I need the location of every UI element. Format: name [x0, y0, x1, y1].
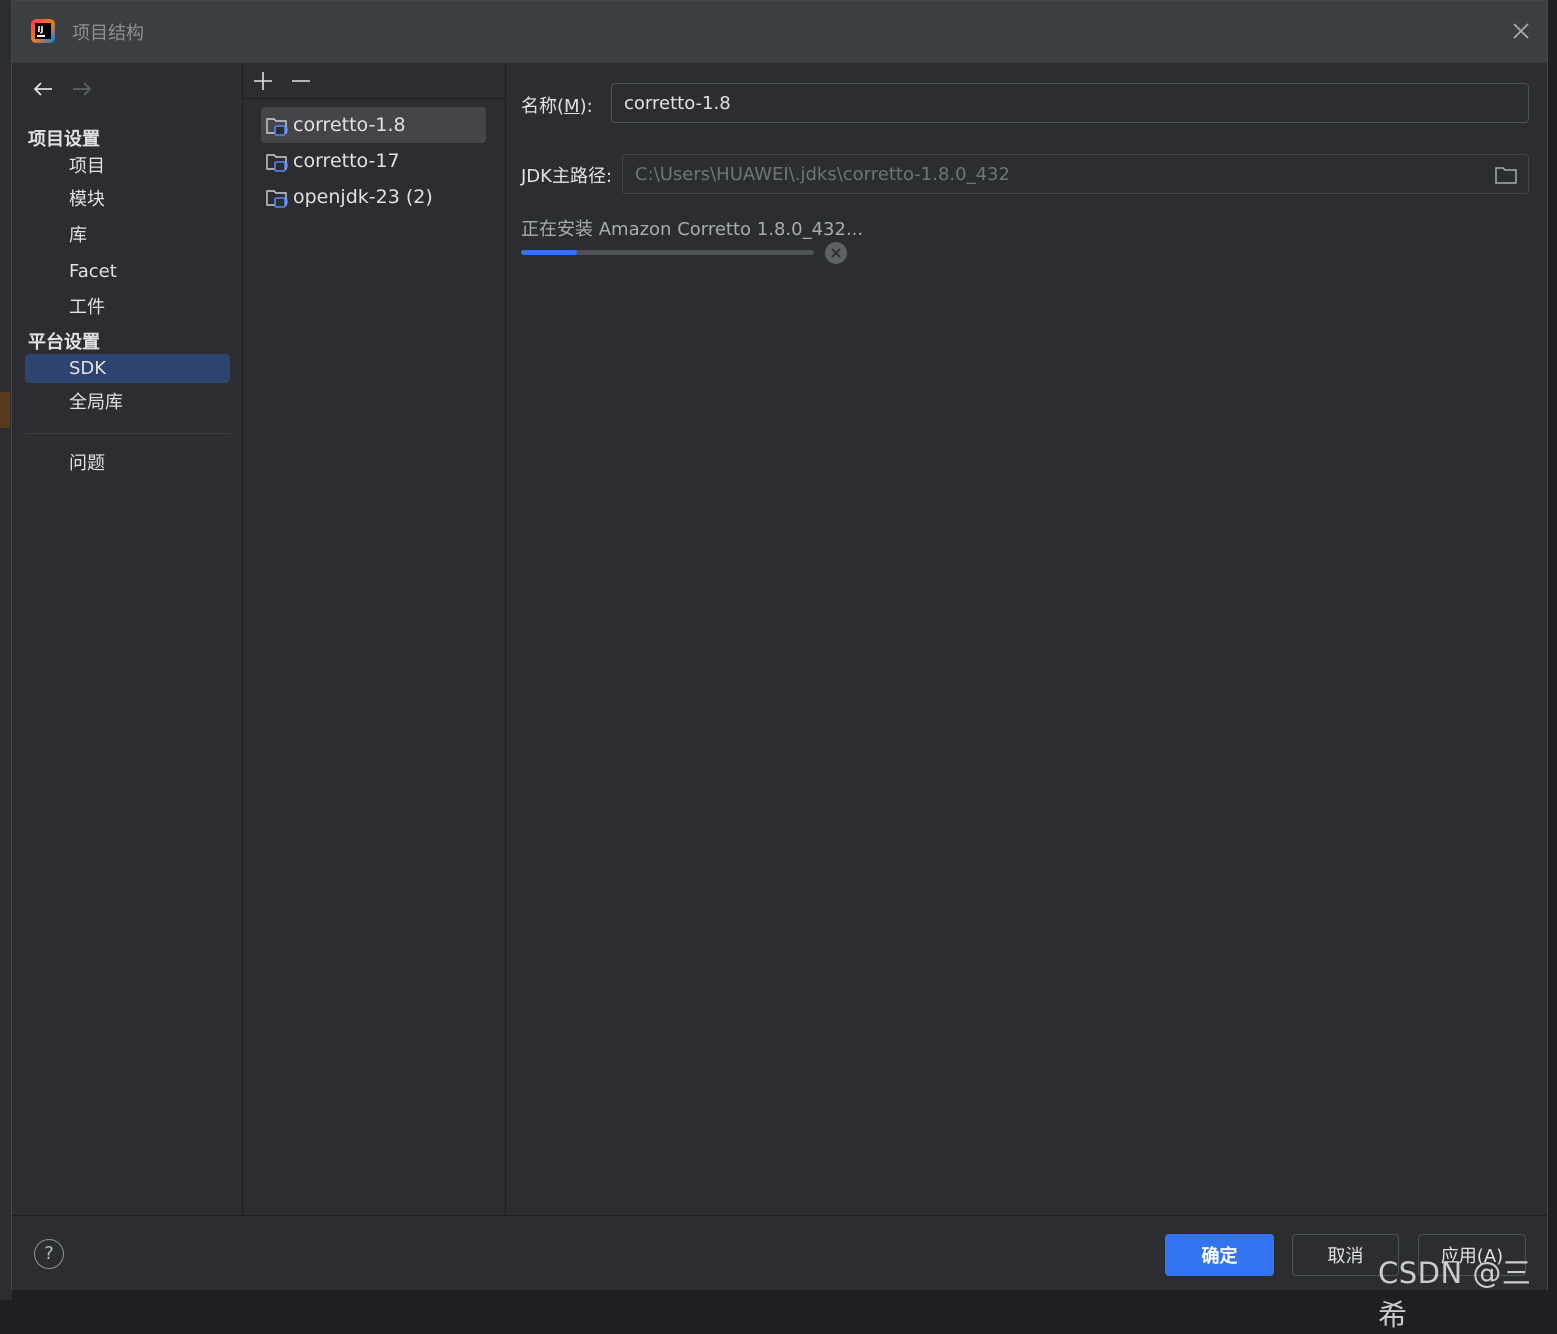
sidebar-item-libraries[interactable]: 库 [25, 221, 230, 250]
jdk-folder-icon [266, 154, 288, 172]
sdk-list-item[interactable]: corretto-1.8 [261, 107, 486, 143]
sdk-name: corretto-17 [293, 150, 400, 172]
sdk-detail-pane: 名称(M): JDK主路径: 正在安装 Amazon Corretto 1.8.… [506, 63, 1547, 1215]
csdn-watermark: CSDN @三希 [1378, 1256, 1532, 1332]
remove-icon[interactable] [289, 69, 313, 93]
help-icon[interactable]: ? [34, 1239, 64, 1269]
dialog-title: 项目结构 [72, 23, 144, 44]
sdk-list-toolbar [243, 63, 505, 99]
dialog-footer: ? 确定 取消 应用(A) [12, 1215, 1547, 1290]
browse-folder-icon[interactable] [1492, 162, 1520, 188]
sdk-list-item[interactable]: corretto-17 [261, 143, 486, 179]
back-arrow-icon[interactable] [30, 77, 56, 101]
sdk-list-pane: corretto-1.8 corretto-17 openjdk-23 (2) [243, 63, 505, 1215]
sdk-list-item[interactable]: openjdk-23 (2) [261, 179, 486, 215]
settings-navigation-pane: 项目设置 项目 模块 库 Facet 工件 平台设置 SDK 全局库 问题 [12, 63, 242, 1215]
install-progress-fill [521, 250, 577, 255]
sidebar-item-modules[interactable]: 模块 [25, 185, 230, 214]
project-structure-dialog: IJ 项目结构 项目设置 项目 模块 库 Facet 工件 平台设置 SDK 全… [11, 0, 1548, 1290]
jdk-folder-icon [266, 118, 288, 136]
sidebar-item-artifacts[interactable]: 工件 [25, 293, 230, 322]
add-icon[interactable] [251, 69, 275, 93]
svg-text:IJ: IJ [38, 25, 44, 34]
project-settings-header: 项目设置 [28, 129, 100, 150]
name-field-label: 名称(M): [521, 96, 593, 117]
install-status-text: 正在安装 Amazon Corretto 1.8.0_432... [521, 219, 864, 240]
jdk-home-label: JDK主路径: [521, 166, 613, 187]
sidebar-divider [25, 433, 230, 434]
ide-highlight-marker [0, 392, 10, 428]
ok-button[interactable]: 确定 [1165, 1234, 1274, 1276]
forward-arrow-icon[interactable] [69, 77, 95, 101]
sidebar-item-sdk[interactable]: SDK [25, 354, 230, 383]
sidebar-item-problems[interactable]: 问题 [25, 449, 230, 478]
jdk-folder-icon [266, 190, 288, 208]
intellij-app-icon: IJ [31, 19, 55, 43]
sidebar-item-global-libraries[interactable]: 全局库 [25, 388, 230, 417]
sdk-name: openjdk-23 (2) [293, 186, 433, 208]
jdk-home-path-input[interactable] [622, 154, 1529, 194]
platform-settings-header: 平台设置 [28, 332, 100, 353]
install-progress-bar [521, 250, 814, 255]
sidebar-item-project[interactable]: 项目 [25, 152, 230, 181]
close-icon[interactable] [1509, 19, 1533, 43]
sidebar-item-facets[interactable]: Facet [25, 257, 230, 286]
sdk-name: corretto-1.8 [293, 114, 406, 136]
cancel-install-icon[interactable] [824, 241, 848, 265]
sdk-name-input[interactable] [611, 83, 1529, 123]
dialog-titlebar: IJ 项目结构 [12, 1, 1547, 63]
